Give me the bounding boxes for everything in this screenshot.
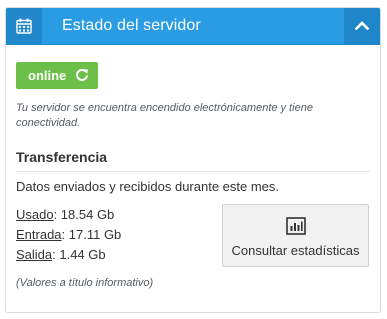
status-label: online: [28, 68, 67, 83]
transfer-description: Datos enviados y recibidos durante este …: [16, 179, 280, 194]
chevron-up-icon: [355, 21, 369, 30]
stat-value: : 1.44 Gb: [52, 247, 106, 262]
stat-input: Entrada: 17.11 Gb: [16, 227, 121, 242]
stat-label: Usado: [16, 207, 54, 222]
calendar-icon: [16, 18, 32, 34]
status-description: Tu servidor se encuentra encendido elect…: [16, 102, 313, 129]
transfer-title: Transferencia: [16, 149, 108, 165]
status-online-button[interactable]: online: [16, 62, 98, 89]
stat-used: Usado: 18.54 Gb: [16, 207, 114, 222]
info-note: (Valores a título informativo): [16, 277, 154, 289]
stat-value: : 17.11 Gb: [61, 227, 122, 242]
divider: [16, 171, 370, 172]
collapse-button[interactable]: [344, 8, 380, 44]
view-stats-label: Consultar estadísticas: [231, 243, 360, 258]
panel-header: Estado del servidor: [6, 8, 380, 45]
stat-output: Salida: 1.44 Gb: [16, 247, 106, 262]
view-stats-button[interactable]: Consultar estadísticas: [222, 204, 369, 267]
stat-label: Salida: [16, 247, 53, 262]
server-status-panel: Estado del servidor online Tu servidor s…: [5, 7, 381, 313]
header-icon-box: [6, 8, 42, 44]
panel-title: Estado del servidor: [62, 17, 201, 34]
stat-value: : 18.54 Gb: [53, 207, 115, 222]
stat-label: Entrada: [16, 227, 62, 242]
refresh-icon: [76, 68, 88, 81]
bar-chart-icon: [286, 217, 306, 235]
